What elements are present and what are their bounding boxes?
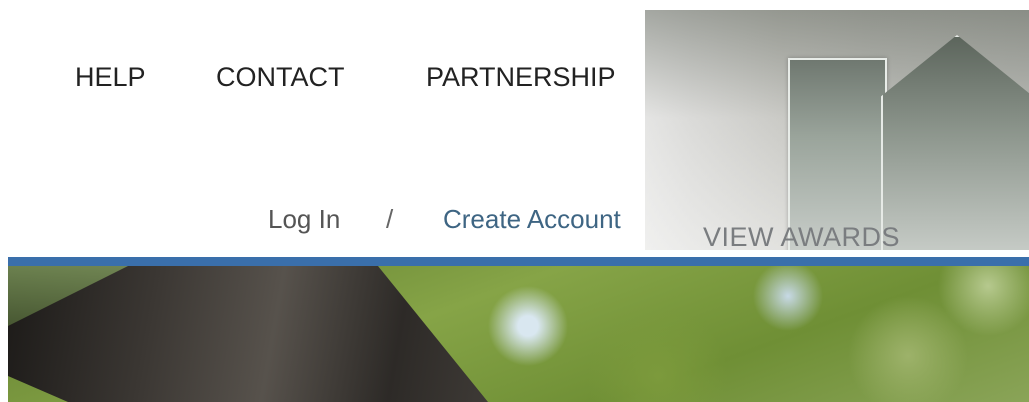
nav-help-link[interactable]: HELP <box>75 62 146 93</box>
hero-tree-photo <box>8 266 1029 402</box>
header-divider-bar <box>8 257 1029 266</box>
login-link[interactable]: Log In <box>268 204 340 235</box>
create-account-link[interactable]: Create Account <box>443 204 621 235</box>
nav-contact-link[interactable]: CONTACT <box>216 62 345 93</box>
awards-banner[interactable]: VIEW AWARDS <box>645 10 1029 250</box>
account-separator: / <box>386 204 394 234</box>
view-awards-label: VIEW AWARDS <box>703 222 901 250</box>
nav-partnership-link[interactable]: PARTNERSHIP <box>426 62 616 93</box>
